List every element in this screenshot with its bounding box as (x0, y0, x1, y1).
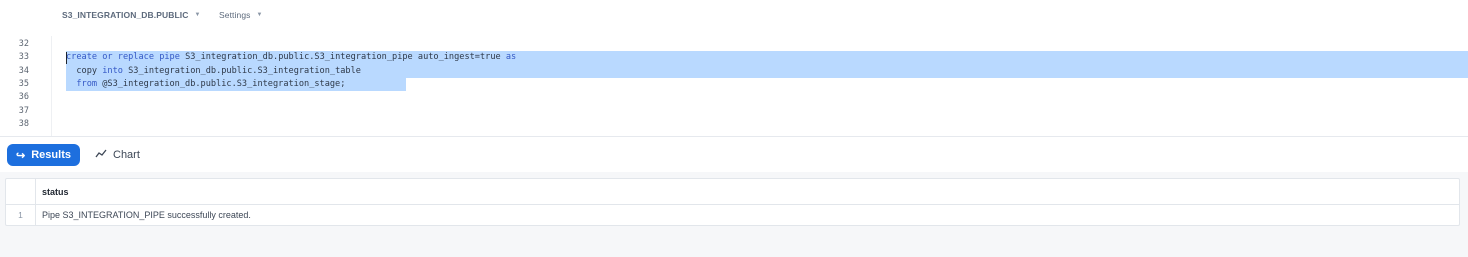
sql-text: @S3_integration_db.public.S3_integration… (97, 78, 346, 89)
sql-text: S3_integration_db.public.S3_integration_… (179, 52, 506, 63)
code-line: from @S3_integration_db.public.S3_integr… (66, 78, 345, 91)
line-number-gutter: 32 33 34 35 36 37 38 (0, 36, 52, 136)
line-number: 34 (18, 65, 29, 76)
chart-tab-button[interactable]: Chart (95, 145, 140, 165)
results-tab-button[interactable]: ↪ Results (7, 144, 80, 166)
line-number: 35 (18, 78, 29, 89)
text-cursor (66, 52, 67, 64)
database-selector[interactable]: S3_INTEGRATION_DB.PUBLIC ▼ (62, 10, 201, 20)
table-header: status (6, 179, 1459, 205)
code-line: create or replace pipe S3_integration_db… (66, 51, 516, 64)
chevron-down-icon: ▼ (256, 12, 263, 18)
table-row[interactable]: 1 Pipe S3_INTEGRATION_PIPE successfully … (6, 205, 1459, 226)
column-header-status[interactable]: status (42, 187, 69, 197)
sql-keyword: create (66, 52, 98, 63)
sql-keyword: as (505, 52, 517, 63)
results-table: status 1 Pipe S3_INTEGRATION_PIPE succes… (5, 178, 1460, 226)
sql-editor[interactable]: 32 33 34 35 36 37 38 create or replace pipe S3… (0, 36, 1468, 136)
line-number: 32 (18, 39, 29, 49)
return-arrow-icon: ↪ (16, 149, 26, 162)
chevron-down-icon: ▼ (194, 12, 201, 18)
chart-line-icon (95, 149, 107, 162)
chart-tab-label: Chart (113, 149, 140, 161)
row-index: 1 (6, 205, 36, 226)
line-number: 36 (18, 92, 29, 103)
sql-text: S3_integration_db.public.S3_integration_… (122, 65, 361, 76)
sql-keyword: replace (117, 52, 154, 63)
database-label: S3_INTEGRATION_DB.PUBLIC (62, 10, 189, 20)
results-tab-label: Results (31, 149, 71, 161)
settings-menu[interactable]: Settings ▼ (219, 10, 263, 20)
results-panel: status 1 Pipe S3_INTEGRATION_PIPE succes… (0, 172, 1468, 257)
results-toolbar: ↪ Results Chart (0, 136, 1468, 172)
line-number: 38 (18, 118, 29, 129)
status-cell[interactable]: Pipe S3_INTEGRATION_PIPE successfully cr… (42, 205, 251, 226)
context-bar: S3_INTEGRATION_DB.PUBLIC ▼ Settings ▼ (0, 0, 1468, 32)
code-line: copy into S3_integration_db.public.S3_in… (66, 65, 361, 78)
line-number: 37 (18, 105, 29, 116)
sql-keyword: pipe (159, 52, 180, 63)
sql-text: copy (76, 65, 98, 76)
sql-keyword: from (76, 78, 98, 89)
sql-keyword: or (102, 52, 113, 63)
sql-keyword: into (102, 65, 123, 76)
row-index-header (6, 179, 36, 205)
line-number: 33 (18, 52, 29, 63)
settings-label: Settings (219, 10, 251, 20)
